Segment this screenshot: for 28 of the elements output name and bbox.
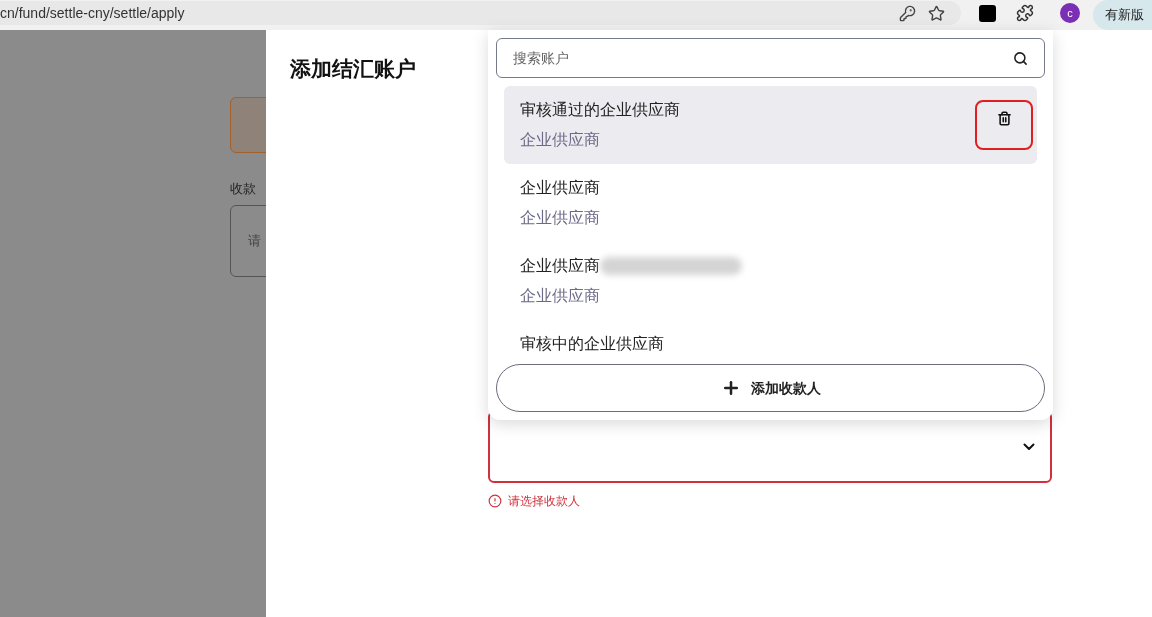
search-input[interactable]: 搜索账户 [513, 47, 1013, 69]
trash-icon [996, 111, 1012, 126]
account-type: 企业供应商 [520, 130, 601, 150]
account-option[interactable]: 审核通过的企业供应商 企业供应商 [504, 86, 1037, 164]
key-icon[interactable] [899, 4, 917, 22]
avatar[interactable]: c [1060, 3, 1080, 23]
account-option[interactable]: 企业供应商 企业供应商 [504, 242, 1037, 320]
delete-button[interactable] [975, 100, 1033, 150]
extension-icon[interactable] [1016, 4, 1035, 22]
account-name: 审核中的企业供应商 [520, 334, 664, 354]
panel-title: 添加结汇账户 [290, 56, 416, 82]
update-pill[interactable]: 有新版 [1093, 0, 1152, 30]
address-bar[interactable]: cn/fund/settle-cny/settle/apply [0, 1, 962, 25]
star-icon[interactable] [928, 4, 946, 22]
account-type: 企业供应商 [520, 208, 600, 228]
search-icon[interactable] [1013, 50, 1028, 66]
account-type: 企业供应商 [520, 286, 601, 306]
account-option[interactable]: 企业供应商 企业供应商 [504, 164, 1037, 242]
account-name: 企业供应商 [520, 256, 600, 276]
field-label: 收款 [230, 180, 257, 198]
account-name: 企业供应商 [520, 178, 600, 198]
error-icon [488, 493, 502, 508]
add-payee-button[interactable]: 添加收款人 [496, 364, 1045, 412]
search-field[interactable]: 搜索账户 [496, 38, 1045, 78]
url-text: cn/fund/settle-cny/settle/apply [0, 3, 185, 23]
chevron-down-icon [1023, 442, 1035, 451]
error-message: 请选择收款人 [508, 492, 580, 510]
account-name: 审核通过的企业供应商 [520, 100, 680, 120]
